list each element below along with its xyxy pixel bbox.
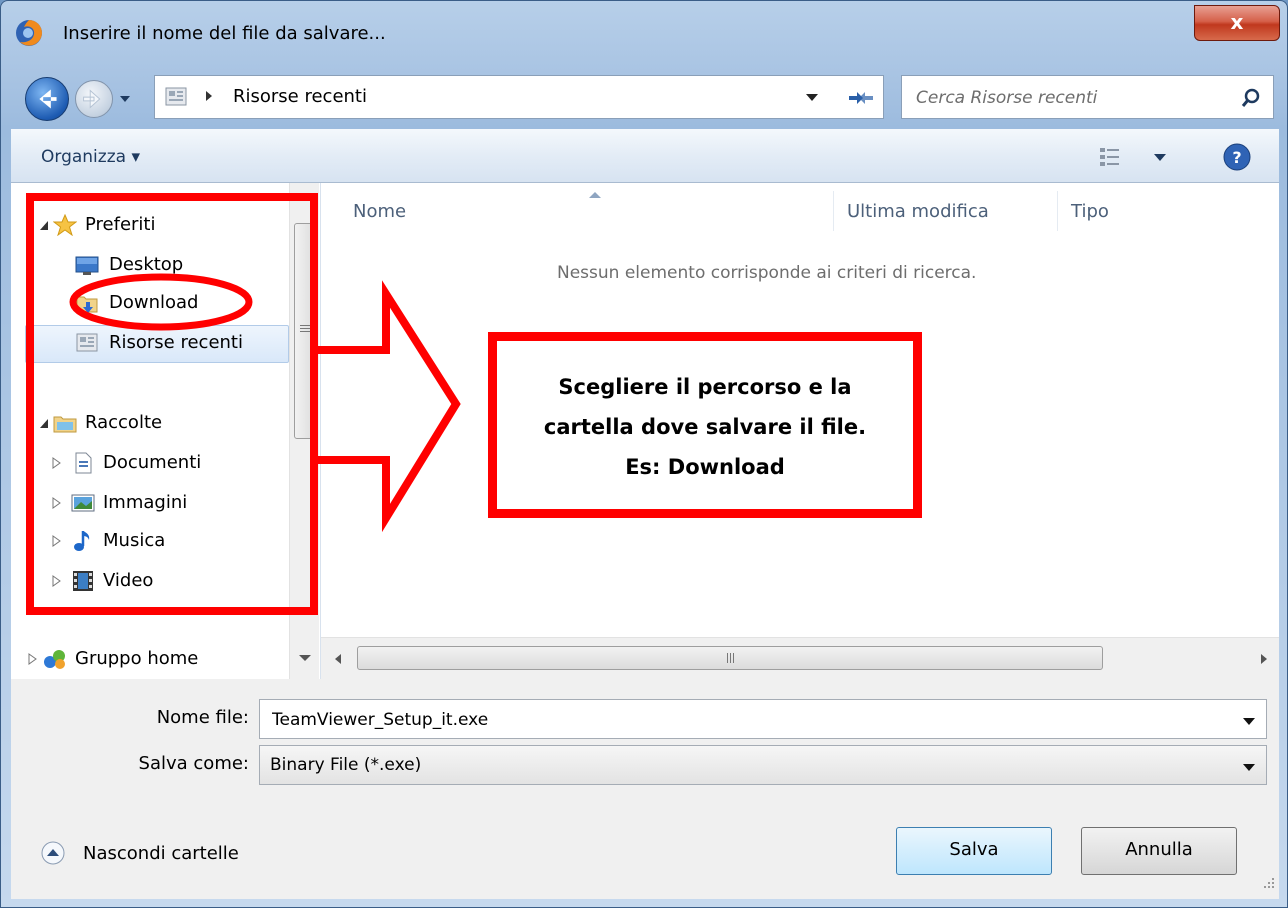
grip-lines-icon	[727, 653, 734, 663]
callout-line-3: Es: Download	[625, 455, 785, 479]
dropdown-arrow-icon[interactable]	[1242, 716, 1256, 726]
svg-text:?: ?	[1232, 148, 1241, 167]
callout-line-2: cartella dove salvare il file.	[543, 415, 867, 439]
firefox-icon	[16, 20, 42, 46]
file-list-horizontal-scrollbar[interactable]	[321, 637, 1279, 679]
savetype-select[interactable]: Binary File (*.exe)	[259, 745, 1267, 785]
recent-places-icon	[165, 87, 187, 106]
filename-label: Nome file:	[156, 707, 249, 728]
scroll-right-arrow-icon[interactable]	[1259, 653, 1269, 665]
breadcrumb-current[interactable]: Risorse recenti	[233, 86, 367, 107]
history-dropdown-icon[interactable]	[117, 91, 133, 107]
organize-menu-button[interactable]: Organizza ▾	[41, 147, 140, 167]
address-dropdown-icon[interactable]	[805, 92, 819, 102]
homegroup-icon	[44, 650, 65, 669]
annotation-callout-text: Scegliere il percorso e la cartella dove…	[497, 367, 913, 487]
filename-combobox[interactable]	[259, 699, 1267, 739]
breadcrumb-chevron-icon[interactable]	[203, 89, 215, 103]
savetype-selected-value: Binary File (*.exe)	[270, 755, 422, 775]
column-header-modified[interactable]: Ultima modifica	[847, 201, 989, 222]
column-divider[interactable]	[1057, 191, 1058, 231]
nav-label-homegroup: Gruppo home	[75, 648, 199, 669]
savetype-label: Salva come:	[138, 753, 249, 774]
nav-item-homegroup[interactable]: Gruppo home	[27, 641, 277, 677]
close-button[interactable]: x	[1194, 5, 1280, 41]
annotation-callout-box: Scegliere il percorso e la cartella dove…	[488, 332, 922, 518]
search-icon[interactable]	[1240, 87, 1262, 109]
chevron-up-circle-icon	[41, 841, 65, 865]
column-divider[interactable]	[833, 191, 834, 231]
filename-input[interactable]	[270, 707, 1224, 733]
resize-grip-icon[interactable]	[1261, 875, 1275, 889]
hide-folders-label: Nascondi cartelle	[83, 843, 239, 864]
title-bar: Inserire il nome del file da salvare... …	[1, 1, 1288, 65]
dropdown-arrow-icon[interactable]	[1242, 762, 1256, 772]
address-bar[interactable]: Risorse recenti	[154, 75, 884, 119]
save-button[interactable]: Salva	[896, 827, 1052, 875]
refresh-icon[interactable]	[845, 84, 877, 112]
view-options-icon	[1100, 148, 1166, 166]
search-input[interactable]	[914, 85, 1218, 111]
window-title: Inserire il nome del file da salvare...	[63, 23, 386, 44]
column-header-name[interactable]: Nome	[353, 201, 406, 222]
column-header-type[interactable]: Tipo	[1071, 201, 1109, 222]
scroll-left-arrow-icon[interactable]	[333, 653, 343, 665]
command-toolbar: Organizza ▾ ?	[11, 129, 1279, 183]
file-list-scroll-thumb[interactable]	[357, 646, 1103, 670]
save-options-panel: Nome file: Salva come: Binary File (*.ex…	[11, 679, 1279, 899]
empty-list-message: Nessun elemento corrisponde ai criteri d…	[557, 263, 977, 283]
search-box[interactable]	[901, 75, 1274, 119]
help-icon[interactable]: ?	[1223, 143, 1251, 171]
navigation-bar: Risorse recenti	[1, 71, 1288, 123]
back-button[interactable]	[25, 77, 69, 121]
cancel-button[interactable]: Annulla	[1081, 827, 1237, 875]
change-view-button[interactable]	[1096, 145, 1176, 169]
annotation-highlight-box	[26, 193, 318, 615]
arrow-left-icon	[39, 89, 57, 109]
sort-ascending-icon	[589, 192, 601, 198]
collapsed-triangle-icon[interactable]	[27, 653, 37, 665]
arrow-right-icon	[83, 89, 101, 109]
scroll-down-arrow-icon[interactable]	[298, 653, 312, 663]
callout-line-1: Scegliere il percorso e la	[558, 375, 852, 399]
forward-button[interactable]	[75, 80, 113, 118]
